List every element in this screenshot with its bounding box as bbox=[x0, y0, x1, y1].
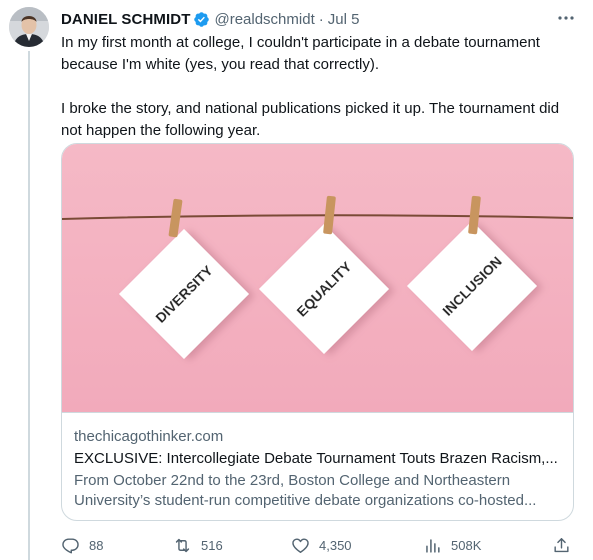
retweet-button[interactable]: 516 bbox=[173, 533, 223, 557]
verified-badge-icon[interactable] bbox=[193, 11, 210, 28]
header-separator: · bbox=[318, 10, 324, 28]
like-count: 4,350 bbox=[319, 537, 352, 553]
card-image[interactable]: DIVERSITY EQUALITY INCLUSION bbox=[62, 144, 573, 412]
clothespin bbox=[323, 195, 336, 235]
like-button[interactable]: 4,350 bbox=[291, 533, 352, 557]
equality-card: EQUALITY bbox=[258, 223, 390, 355]
tweet-header: DANIEL SCHMIDT @realdschmidt · Jul 5 bbox=[61, 8, 359, 30]
clothespin bbox=[168, 198, 183, 238]
avatar[interactable] bbox=[9, 7, 49, 47]
tweet-date[interactable]: Jul 5 bbox=[328, 11, 360, 28]
reply-count: 88 bbox=[89, 537, 104, 553]
card-image-illustration: DIVERSITY EQUALITY INCLUSION bbox=[62, 195, 573, 360]
tweet-text: In my first month at college, I couldn't… bbox=[61, 34, 560, 139]
reply-button[interactable]: 88 bbox=[61, 533, 103, 557]
card-body[interactable]: thechicagothinker.com EXCLUSIVE: Interco… bbox=[62, 412, 573, 520]
avatar-image bbox=[9, 7, 49, 47]
link-card[interactable]: DIVERSITY EQUALITY INCLUSION thechicagot… bbox=[61, 143, 574, 521]
author-name[interactable]: DANIEL SCHMIDT bbox=[61, 11, 190, 28]
card-description: From October 22nd to the 23rd, Boston Co… bbox=[74, 471, 563, 511]
views-button[interactable]: 508K bbox=[423, 533, 481, 557]
retweet-icon bbox=[175, 538, 190, 552]
diversity-card: DIVERSITY bbox=[118, 228, 250, 360]
inclusion-card: INCLUSION bbox=[406, 220, 538, 352]
retweet-count: 516 bbox=[201, 537, 223, 553]
card-title: EXCLUSIVE: Intercollegiate Debate Tourna… bbox=[74, 450, 558, 467]
more-icon[interactable] bbox=[556, 10, 576, 26]
clothesline bbox=[62, 214, 573, 220]
card-description-line: From October 22nd to the 23rd, Boston Co… bbox=[74, 472, 511, 489]
views-icon bbox=[426, 538, 440, 553]
reply-icon bbox=[62, 537, 79, 553]
like-icon bbox=[292, 537, 309, 553]
action-bar: 88 516 4,350 508K bbox=[61, 533, 576, 557]
card-description-line: University’s student-run competitive deb… bbox=[74, 492, 537, 509]
card-domain: thechicagothinker.com bbox=[74, 428, 224, 445]
author-handle[interactable]: @realdschmidt bbox=[214, 11, 314, 28]
share-icon bbox=[554, 537, 569, 552]
share-button[interactable] bbox=[552, 533, 571, 557]
tweet[interactable]: DANIEL SCHMIDT @realdschmidt · Jul 5 In … bbox=[0, 0, 593, 560]
thread-line bbox=[28, 51, 30, 560]
views-count: 508K bbox=[451, 537, 482, 553]
